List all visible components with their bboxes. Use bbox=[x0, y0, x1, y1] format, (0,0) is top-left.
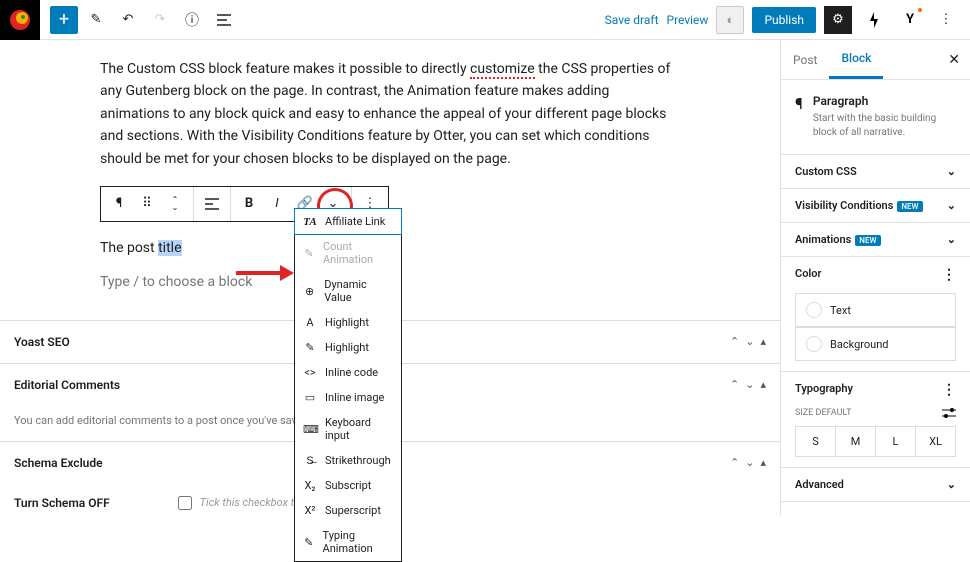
site-logo[interactable] bbox=[0, 0, 40, 40]
color-heading: Color bbox=[795, 267, 821, 283]
dropdown-item-dynamic-value[interactable]: ⊕Dynamic Value bbox=[295, 272, 401, 310]
edit-mode-icon[interactable]: ✎ bbox=[82, 6, 110, 34]
typography-heading: Typography bbox=[795, 382, 853, 398]
visibility-panel[interactable]: Visibility ConditionsNEW⌄ bbox=[781, 189, 970, 223]
move-icon[interactable]: ⌃⌄ bbox=[163, 192, 187, 216]
dropdown-item-strikethrough[interactable]: S̶Strikethrough bbox=[295, 448, 401, 473]
typography-options-icon[interactable]: ⋮ bbox=[942, 382, 956, 398]
size-options: S M L XL bbox=[795, 426, 956, 457]
dropdown-item-count-animation: ✎Count Animation bbox=[295, 234, 401, 272]
size-l[interactable]: L bbox=[875, 427, 915, 456]
dropdown-item-superscript[interactable]: X²Superscript bbox=[295, 498, 401, 523]
dd-icon: ⌨ bbox=[303, 423, 317, 436]
dropdown-item-inline-code[interactable]: <>Inline code bbox=[295, 360, 401, 385]
dd-icon: ▭ bbox=[303, 391, 317, 404]
dropdown-item-typing-animation[interactable]: ✎Typing Animation bbox=[295, 523, 401, 561]
redo-icon[interactable]: ↷ bbox=[146, 6, 174, 34]
yoast-section[interactable]: Yoast SEO bbox=[14, 335, 70, 349]
size-xl[interactable]: XL bbox=[915, 427, 955, 456]
selected-text: title bbox=[158, 240, 181, 256]
drag-handle-icon[interactable]: ⠿ bbox=[135, 192, 159, 216]
close-sidebar-icon[interactable]: ✕ bbox=[938, 52, 970, 68]
dropdown-item-affiliate-link[interactable]: TAAffiliate Link bbox=[294, 208, 402, 235]
section-controls[interactable]: ⌃⌄▴ bbox=[730, 335, 766, 348]
view-button[interactable]: ◐ bbox=[716, 6, 744, 34]
jetpack-icon[interactable] bbox=[860, 6, 888, 34]
dd-icon: ⊕ bbox=[303, 285, 316, 298]
format-dropdown: TAAffiliate Link✎Count Animation⊕Dynamic… bbox=[294, 208, 402, 562]
italic-icon[interactable]: I bbox=[265, 192, 289, 216]
schema-off-label: Turn Schema OFF bbox=[14, 496, 110, 510]
tab-block[interactable]: Block bbox=[829, 40, 883, 79]
dropdown-item-inline-image[interactable]: ▭Inline image bbox=[295, 385, 401, 410]
schema-off-checkbox[interactable] bbox=[178, 496, 192, 510]
dd-icon: ✎ bbox=[303, 536, 315, 549]
save-draft-link[interactable]: Save draft bbox=[605, 13, 659, 27]
paragraph-block[interactable]: The Custom CSS block feature makes it po… bbox=[100, 58, 680, 170]
block-description: Start with the basic building block of a… bbox=[813, 112, 956, 140]
advanced-panel[interactable]: Advanced⌄ bbox=[781, 468, 970, 502]
paragraph-type-icon[interactable]: ¶ bbox=[107, 192, 131, 216]
info-icon[interactable]: ⓘ bbox=[178, 6, 206, 34]
custom-css-panel[interactable]: Custom CSS⌄ bbox=[781, 155, 970, 189]
color-options-icon[interactable]: ⋮ bbox=[942, 267, 956, 283]
dropdown-item-keyboard-input[interactable]: ⌨Keyboard input bbox=[295, 410, 401, 448]
bold-icon[interactable]: B bbox=[237, 192, 261, 216]
yoast-icon[interactable]: Y bbox=[896, 6, 924, 34]
dd-icon: ✎ bbox=[303, 341, 317, 354]
animations-panel[interactable]: AnimationsNEW⌄ bbox=[781, 223, 970, 257]
editorial-section[interactable]: Editorial Comments bbox=[14, 378, 120, 392]
dd-icon: A bbox=[303, 316, 317, 329]
paragraph-icon: ¶ bbox=[795, 94, 803, 140]
dd-icon: <> bbox=[303, 366, 317, 379]
dd-icon: S̶ bbox=[303, 454, 317, 467]
background-color-item[interactable]: Background bbox=[795, 327, 956, 361]
preview-link[interactable]: Preview bbox=[667, 13, 709, 27]
more-icon[interactable]: ⋮ bbox=[932, 6, 960, 34]
section-controls[interactable]: ⌃⌄▴ bbox=[730, 378, 766, 391]
dd-icon: ✎ bbox=[303, 247, 315, 260]
dropdown-item-highlight[interactable]: ✎Highlight bbox=[295, 335, 401, 360]
publish-button[interactable]: Publish bbox=[752, 7, 816, 33]
outline-icon[interactable] bbox=[210, 6, 238, 34]
size-m[interactable]: M bbox=[835, 427, 875, 456]
size-s[interactable]: S bbox=[796, 427, 835, 456]
section-controls[interactable]: ⌃⌄▴ bbox=[730, 456, 766, 469]
dropdown-item-highlight[interactable]: AHighlight bbox=[295, 310, 401, 335]
dropdown-item-subscript[interactable]: X₂Subscript bbox=[295, 473, 401, 498]
undo-icon[interactable]: ↶ bbox=[114, 6, 142, 34]
text-color-item[interactable]: Text bbox=[795, 293, 956, 327]
settings-icon[interactable]: ⚙ bbox=[824, 6, 852, 34]
align-icon[interactable] bbox=[200, 192, 224, 216]
dd-icon: X² bbox=[303, 504, 317, 517]
add-block-button[interactable]: + bbox=[50, 6, 78, 34]
dd-icon: X₂ bbox=[303, 479, 317, 492]
block-name: Paragraph bbox=[813, 94, 956, 108]
dd-icon: TA bbox=[303, 216, 317, 228]
tab-post[interactable]: Post bbox=[781, 40, 829, 79]
size-settings-icon[interactable] bbox=[942, 408, 956, 418]
schema-section[interactable]: Schema Exclude bbox=[14, 456, 103, 470]
